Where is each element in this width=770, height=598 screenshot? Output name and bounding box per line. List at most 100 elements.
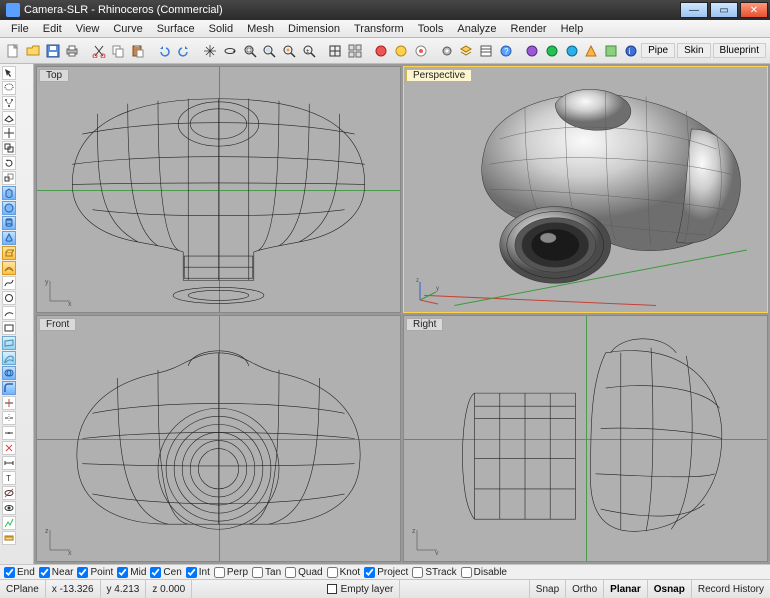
menu-edit[interactable]: Edit xyxy=(36,23,69,35)
status-toggle-record-history[interactable]: Record History xyxy=(691,580,770,598)
misc4-icon[interactable] xyxy=(582,41,601,61)
fillet-edge-icon[interactable] xyxy=(2,381,16,395)
status-layer[interactable]: Empty layer xyxy=(321,580,401,598)
viewport-top[interactable]: Top xyxy=(36,66,401,313)
shade-icon[interactable] xyxy=(372,41,391,61)
osnap-point-checkbox[interactable] xyxy=(77,567,88,578)
tab-skin[interactable]: Skin xyxy=(677,43,710,58)
status-cplane[interactable]: CPlane xyxy=(0,580,46,598)
osnap-project-checkbox[interactable] xyxy=(364,567,375,578)
new-icon[interactable] xyxy=(4,41,23,61)
osnap-strack-checkbox[interactable] xyxy=(412,567,423,578)
zoom-extents-icon[interactable] xyxy=(260,41,279,61)
osnap-int-checkbox[interactable] xyxy=(186,567,197,578)
cplane-icon[interactable] xyxy=(2,111,16,125)
trim-icon[interactable] xyxy=(2,396,16,410)
curve-icon[interactable] xyxy=(2,276,16,290)
four-view-icon[interactable] xyxy=(346,41,365,61)
redo-icon[interactable] xyxy=(175,41,194,61)
osnap-quad[interactable]: Quad xyxy=(285,567,322,578)
menu-analyze[interactable]: Analyze xyxy=(450,23,503,35)
viewport-label-top[interactable]: Top xyxy=(39,69,69,82)
join-icon[interactable] xyxy=(2,426,16,440)
options-icon[interactable] xyxy=(437,41,456,61)
osnap-perp[interactable]: Perp xyxy=(214,567,248,578)
menu-view[interactable]: View xyxy=(69,23,107,35)
rotate-icon[interactable] xyxy=(2,156,16,170)
misc5-icon[interactable] xyxy=(602,41,621,61)
render-preview-icon[interactable] xyxy=(411,41,430,61)
sweep-icon[interactable] xyxy=(2,351,16,365)
osnap-end[interactable]: End xyxy=(4,567,35,578)
osnap-knot[interactable]: Knot xyxy=(327,567,361,578)
render-icon[interactable] xyxy=(391,41,410,61)
misc6-icon[interactable]: i xyxy=(621,41,640,61)
hide-icon[interactable] xyxy=(2,486,16,500)
menu-surface[interactable]: Surface xyxy=(150,23,202,35)
maximize-button[interactable]: ▭ xyxy=(710,2,738,18)
measure-icon[interactable] xyxy=(2,531,16,545)
status-toggle-snap[interactable]: Snap xyxy=(529,580,565,598)
osnap-perp-checkbox[interactable] xyxy=(214,567,225,578)
viewport-label-perspective[interactable]: Perspective xyxy=(406,69,472,82)
misc1-icon[interactable] xyxy=(523,41,542,61)
surface-icon[interactable] xyxy=(2,336,16,350)
osnap-tan[interactable]: Tan xyxy=(252,567,281,578)
menu-file[interactable]: File xyxy=(4,23,36,35)
viewport-right[interactable]: Right xyxy=(403,315,768,562)
save-icon[interactable] xyxy=(43,41,62,61)
print-icon[interactable] xyxy=(63,41,82,61)
osnap-int[interactable]: Int xyxy=(186,567,210,578)
loft-icon[interactable] xyxy=(2,261,16,275)
menu-tools[interactable]: Tools xyxy=(411,23,451,35)
osnap-tan-checkbox[interactable] xyxy=(252,567,263,578)
osnap-near[interactable]: Near xyxy=(39,567,74,578)
menu-transform[interactable]: Transform xyxy=(347,23,411,35)
pointer-icon[interactable] xyxy=(2,66,16,80)
misc3-icon[interactable] xyxy=(562,41,581,61)
undo-icon[interactable] xyxy=(155,41,174,61)
osnap-project[interactable]: Project xyxy=(364,567,408,578)
sphere-icon[interactable] xyxy=(2,201,16,215)
circle-icon[interactable] xyxy=(2,291,16,305)
points-on-icon[interactable] xyxy=(2,96,16,110)
status-toggle-planar[interactable]: Planar xyxy=(603,580,647,598)
properties-icon[interactable] xyxy=(477,41,496,61)
tab-blueprint[interactable]: Blueprint xyxy=(713,43,766,58)
text-icon[interactable]: T xyxy=(2,471,16,485)
viewport-label-front[interactable]: Front xyxy=(39,318,76,331)
close-button[interactable]: ✕ xyxy=(740,2,768,18)
analysis-icon[interactable] xyxy=(2,516,16,530)
menu-help[interactable]: Help xyxy=(554,23,591,35)
tab-pipe[interactable]: Pipe xyxy=(641,43,675,58)
scale-icon[interactable] xyxy=(2,171,16,185)
rotate-view-icon[interactable] xyxy=(221,41,240,61)
zoom-selected-icon[interactable] xyxy=(280,41,299,61)
explode-icon[interactable] xyxy=(2,441,16,455)
layers-icon[interactable] xyxy=(457,41,476,61)
rect-icon[interactable] xyxy=(2,321,16,335)
menu-solid[interactable]: Solid xyxy=(202,23,240,35)
osnap-end-checkbox[interactable] xyxy=(4,567,15,578)
zoom-window-icon[interactable] xyxy=(240,41,259,61)
zoom-dynamic-icon[interactable]: ± xyxy=(300,41,319,61)
menu-curve[interactable]: Curve xyxy=(106,23,149,35)
help-icon[interactable]: ? xyxy=(497,41,516,61)
osnap-disable[interactable]: Disable xyxy=(461,567,507,578)
arc-icon[interactable] xyxy=(2,306,16,320)
cut-icon[interactable] xyxy=(89,41,108,61)
cylinder-icon[interactable] xyxy=(2,216,16,230)
osnap-quad-checkbox[interactable] xyxy=(285,567,296,578)
set-view-icon[interactable] xyxy=(326,41,345,61)
osnap-mid[interactable]: Mid xyxy=(117,567,146,578)
osnap-knot-checkbox[interactable] xyxy=(327,567,338,578)
extrude-icon[interactable] xyxy=(2,246,16,260)
copy-obj-icon[interactable] xyxy=(2,141,16,155)
status-toggle-osnap[interactable]: Osnap xyxy=(647,580,691,598)
osnap-near-checkbox[interactable] xyxy=(39,567,50,578)
misc2-icon[interactable] xyxy=(543,41,562,61)
osnap-cen[interactable]: Cen xyxy=(150,567,181,578)
dim-icon[interactable] xyxy=(2,456,16,470)
pan-icon[interactable] xyxy=(201,41,220,61)
show-icon[interactable] xyxy=(2,501,16,515)
